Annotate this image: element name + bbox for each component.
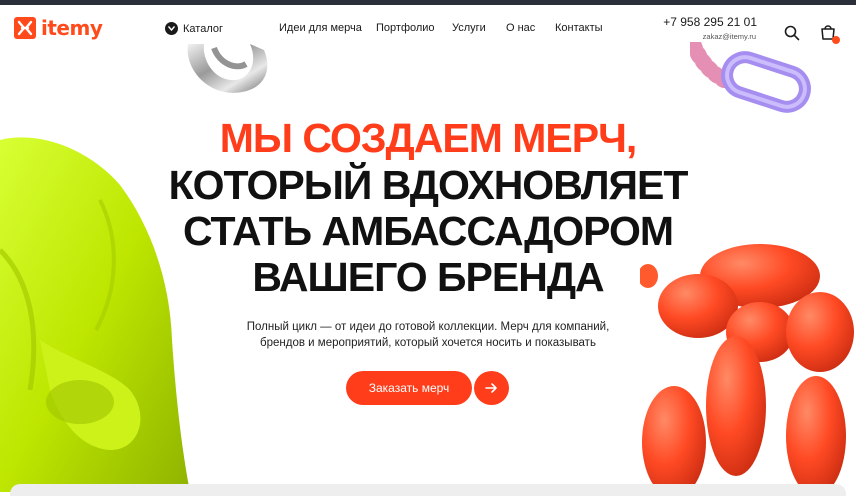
order-merch-button[interactable]: Заказать мерч [346, 371, 472, 405]
hero-title-line-1: МЫ СОЗДАЕМ МЕРЧ, [219, 115, 638, 161]
phone-link[interactable]: +7 958 295 21 01 [663, 15, 757, 29]
catalog-button[interactable]: Каталог [165, 22, 223, 35]
logo[interactable]: itemy [14, 16, 103, 40]
nav-about[interactable]: О нас [506, 22, 535, 34]
purple-chain-image [690, 42, 811, 113]
hero-title-line-3: СТАТЬ АМБАССАДОРОМ [182, 208, 674, 254]
hero-subtitle-line-2: брендов и мероприятий, который хочется н… [260, 337, 596, 349]
chevron-down-icon [165, 22, 178, 35]
nav-portfolio[interactable]: Портфолио [376, 22, 435, 34]
cart-badge [832, 36, 840, 44]
nav-ideas[interactable]: Идеи для мерча [279, 22, 362, 34]
logo-mark-icon [14, 17, 36, 39]
hero-title-line-4: ВАШЕГО БРЕНДА [252, 254, 604, 300]
arrow-right-icon[interactable] [474, 371, 509, 405]
email-link[interactable]: zakaz@itemy.ru [703, 32, 756, 41]
nav-services[interactable]: Услуги [452, 22, 486, 34]
catalog-label: Каталог [183, 22, 223, 35]
search-icon[interactable] [784, 25, 800, 46]
logo-text: itemy [41, 16, 103, 40]
site-header: itemy Каталог Идеи для мерча Портфолио У… [0, 5, 856, 49]
hero-title-line-2: КОТОРЫЙ ВДОХНОВЛЯЕТ [168, 162, 689, 208]
chrome-chain-image [187, 44, 268, 93]
nav-contacts[interactable]: Контакты [555, 22, 603, 34]
next-section-card [10, 484, 846, 496]
